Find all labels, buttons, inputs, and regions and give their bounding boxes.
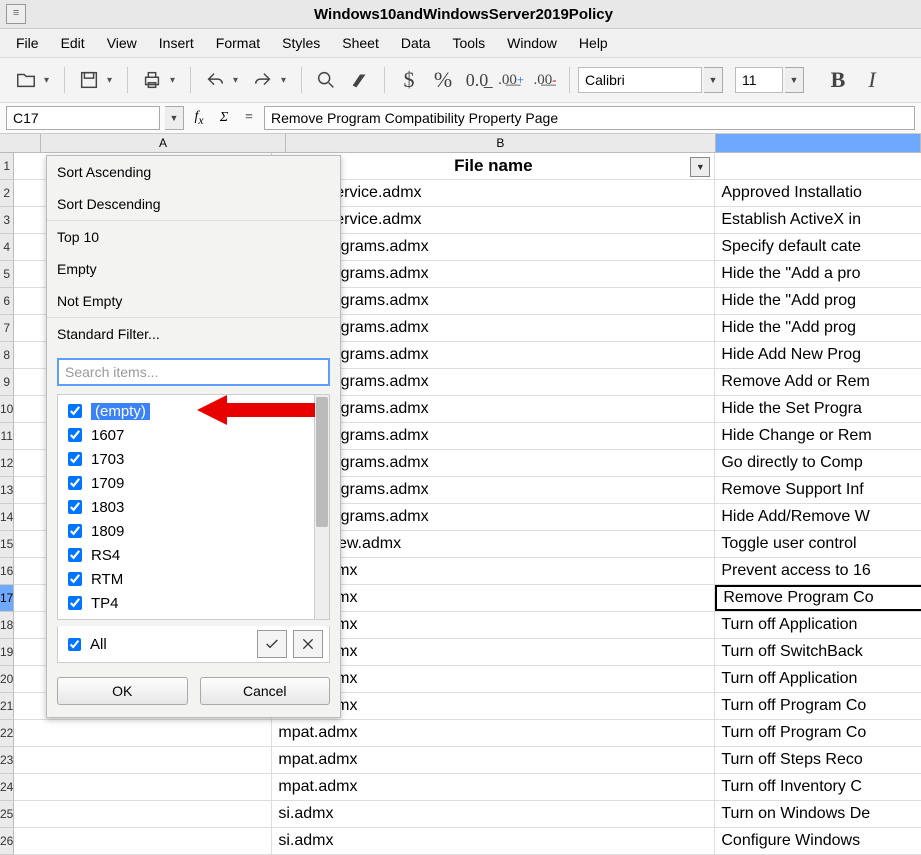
cell-reference-input[interactable]: C17 [6, 106, 160, 130]
sum-icon[interactable]: Σ [214, 110, 234, 126]
menu-sheet[interactable]: Sheet [334, 31, 387, 55]
menu-format[interactable]: Format [208, 31, 268, 55]
open-icon[interactable] [10, 64, 42, 96]
menu-styles[interactable]: Styles [274, 31, 328, 55]
autofilter-value-item[interactable]: RTM [60, 567, 327, 591]
autofilter-show-only-icon[interactable] [257, 630, 287, 658]
menu-window[interactable]: Window [499, 31, 565, 55]
autofilter-value-list: (empty) 1607 1703 1709 1803 1809 RS4 RTM… [57, 394, 330, 620]
menubar: File Edit View Insert Format Styles Shee… [0, 29, 921, 58]
equals-icon[interactable]: = [239, 110, 259, 126]
font-size-dropdown-icon[interactable]: ▼ [785, 67, 804, 93]
autofilter-B-icon[interactable]: ▼ [690, 157, 710, 177]
autofilter-dropdown: Sort Ascending Sort Descending Top 10 Em… [46, 155, 341, 718]
autofilter-all-row: All [57, 626, 330, 663]
menu-data[interactable]: Data [393, 31, 439, 55]
autofilter-cancel-button[interactable]: Cancel [200, 677, 331, 705]
autofilter-value-item[interactable]: TP4 [60, 591, 327, 615]
autofilter-value-item[interactable]: RS4 [60, 543, 327, 567]
menu-edit[interactable]: Edit [53, 31, 93, 55]
spreadsheet-grid[interactable]: 1234567 891011121314 151617181920 212223… [0, 153, 921, 855]
data-row: mpat.admxTurn off Program Co [14, 720, 921, 747]
autofilter-all-label: All [90, 636, 107, 653]
font-name-input[interactable]: Calibri [578, 67, 702, 93]
data-row: si.admxTurn on Windows De [14, 801, 921, 828]
autofilter-search-input[interactable]: Search items... [57, 358, 330, 386]
titlebar: ≡ Windows10andWindowsServer2019Policy [0, 0, 921, 29]
percent-icon[interactable]: % [427, 64, 459, 96]
autofilter-ok-button[interactable]: OK [57, 677, 188, 705]
autofilter-hide-only-icon[interactable] [293, 630, 323, 658]
row-headers: 1234567 891011121314 151617181920 212223… [0, 153, 14, 855]
autofilter-value-item[interactable]: 1803 [60, 495, 327, 519]
add-decimal-icon[interactable]: .0̲0̲+ [495, 64, 527, 96]
font-size-input[interactable]: 11 [735, 67, 783, 93]
autofilter-sort-asc[interactable]: Sort Ascending [47, 156, 340, 188]
autofilter-all-checkbox[interactable] [68, 638, 81, 651]
app-icon: ≡ [6, 4, 26, 24]
menu-file[interactable]: File [8, 31, 47, 55]
menu-tools[interactable]: Tools [444, 31, 493, 55]
autofilter-value-item[interactable]: 1607 [60, 423, 327, 447]
redo-icon[interactable] [247, 64, 279, 96]
italic-icon[interactable]: I [856, 64, 888, 96]
autofilter-value-item[interactable]: 1703 [60, 447, 327, 471]
autofilter-value-item[interactable]: 1709 [60, 471, 327, 495]
currency-icon[interactable]: $ [393, 64, 425, 96]
window-title: Windows10andWindowsServer2019Policy [36, 6, 921, 23]
menu-view[interactable]: View [99, 31, 145, 55]
autofilter-value-item[interactable]: 1809 [60, 519, 327, 543]
autofilter-standard[interactable]: Standard Filter... [47, 318, 340, 350]
open-dropdown-icon[interactable]: ▾ [44, 75, 56, 86]
redo-dropdown-icon[interactable]: ▾ [281, 75, 293, 86]
autofilter-notempty[interactable]: Not Empty [47, 285, 340, 317]
number-icon[interactable]: 0.0̲ [461, 64, 493, 96]
save-icon[interactable] [73, 64, 105, 96]
clear-format-icon[interactable] [344, 64, 376, 96]
col-header-C[interactable] [716, 134, 921, 152]
undo-dropdown-icon[interactable]: ▾ [233, 75, 245, 86]
data-row: mpat.admxTurn off Inventory C [14, 774, 921, 801]
formula-input[interactable]: Remove Program Compatibility Property Pa… [264, 106, 915, 130]
autofilter-empty[interactable]: Empty [47, 253, 340, 285]
undo-icon[interactable] [199, 64, 231, 96]
remove-decimal-icon[interactable]: .0̲0̲- [529, 64, 561, 96]
toolbar: ▾ ▾ ▾ ▾ ▾ $ % 0.0̲ .0̲0̲+ .0̲0̲- Calibri… [0, 58, 921, 103]
print-dropdown-icon[interactable]: ▾ [170, 75, 182, 86]
bold-icon[interactable]: B [822, 64, 854, 96]
formula-bar: C17 ▼ fx Σ = Remove Program Compatibilit… [0, 103, 921, 134]
column-headers: A B [0, 134, 921, 153]
print-icon[interactable] [136, 64, 168, 96]
autofilter-top10[interactable]: Top 10 [47, 221, 340, 253]
data-row: si.admxConfigure Windows [14, 828, 921, 855]
autofilter-scrollbar[interactable] [314, 395, 329, 619]
menu-insert[interactable]: Insert [151, 31, 202, 55]
col-header-A[interactable]: A [41, 134, 286, 152]
function-wizard-icon[interactable]: fx [189, 109, 209, 127]
cellref-dropdown-icon[interactable]: ▼ [165, 106, 184, 130]
col-header-B[interactable]: B [286, 134, 716, 152]
header-C [715, 153, 921, 179]
find-icon[interactable] [310, 64, 342, 96]
save-dropdown-icon[interactable]: ▾ [107, 75, 119, 86]
font-name-dropdown-icon[interactable]: ▼ [704, 67, 723, 93]
data-row: mpat.admxTurn off Steps Reco [14, 747, 921, 774]
autofilter-sort-desc[interactable]: Sort Descending [47, 188, 340, 220]
autofilter-value-item[interactable]: (empty) [60, 399, 327, 423]
menu-help[interactable]: Help [571, 31, 616, 55]
